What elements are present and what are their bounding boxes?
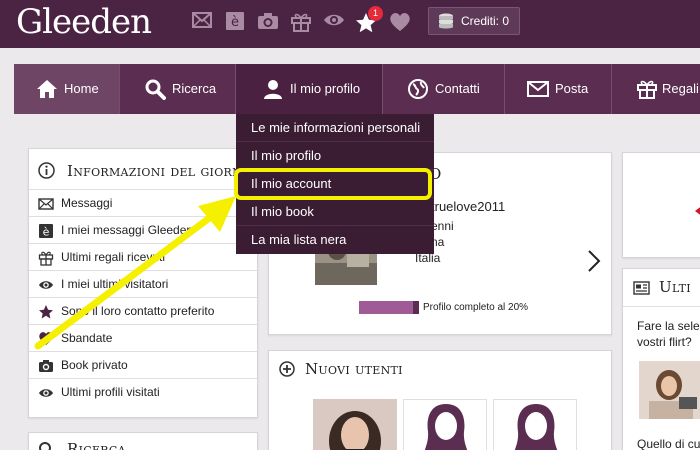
annotation-arrow (34, 196, 236, 350)
